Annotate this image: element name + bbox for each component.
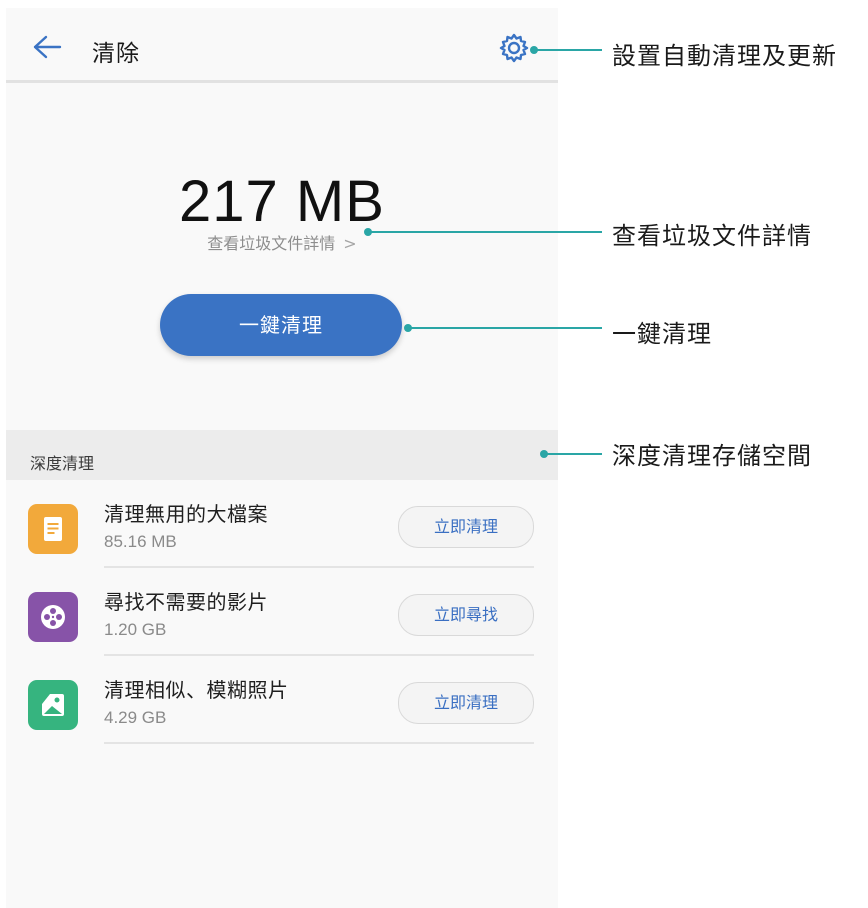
item-name: 清理無用的大檔案 xyxy=(104,502,268,526)
chevron-right-icon: > xyxy=(343,234,357,253)
list-item: 清理相似、模糊照片 4.29 GB 立即清理 xyxy=(6,656,558,744)
section-title: 深度清理 xyxy=(30,454,95,473)
list-item: 尋找不需要的影片 1.20 GB 立即尋找 xyxy=(6,568,558,656)
divider xyxy=(104,742,534,744)
callout-line xyxy=(546,453,602,455)
item-size: 1.20 GB xyxy=(104,620,167,639)
item-size: 85.16 MB xyxy=(104,532,177,551)
one-tap-clean-button[interactable]: 一鍵清理 xyxy=(160,294,402,356)
callout-line xyxy=(370,231,602,233)
photo-icon xyxy=(28,680,78,730)
clean-now-button[interactable]: 立即清理 xyxy=(398,682,534,724)
callout-line xyxy=(410,327,602,329)
top-bar: 清除 xyxy=(6,8,558,83)
junk-details-link[interactable]: 查看垃圾文件詳情 > xyxy=(6,230,558,254)
film-reel-icon xyxy=(28,592,78,642)
junk-size-value: 217 MB xyxy=(179,169,385,234)
callout-auto-clean-settings: 設置自動清理及更新 xyxy=(612,42,837,70)
deep-clean-section-header: 深度清理 xyxy=(6,430,558,480)
callout-line xyxy=(536,49,602,51)
page-title: 清除 xyxy=(92,41,140,67)
callout-junk-details: 查看垃圾文件詳情 xyxy=(612,222,812,250)
callout-deep-clean-storage: 深度清理存儲空間 xyxy=(612,442,812,470)
item-name: 清理相似、模糊照片 xyxy=(104,678,289,702)
callout-one-tap-clean: 一鍵清理 xyxy=(612,320,712,348)
file-document-icon xyxy=(28,504,78,554)
list-item: 清理無用的大檔案 85.16 MB 立即清理 xyxy=(6,480,558,568)
phone-screen: 清除 217 MB 查看垃圾文件詳情 > 一鍵清理 深度清理 清理無用的大檔案 8… xyxy=(6,8,558,908)
item-size: 4.29 GB xyxy=(104,708,167,727)
find-now-button[interactable]: 立即尋找 xyxy=(398,594,534,636)
back-arrow-icon[interactable] xyxy=(32,34,62,60)
clean-now-button[interactable]: 立即清理 xyxy=(398,506,534,548)
junk-details-label: 查看垃圾文件詳情 xyxy=(207,234,336,253)
gear-icon[interactable] xyxy=(498,32,530,64)
item-name: 尋找不需要的影片 xyxy=(104,590,268,614)
